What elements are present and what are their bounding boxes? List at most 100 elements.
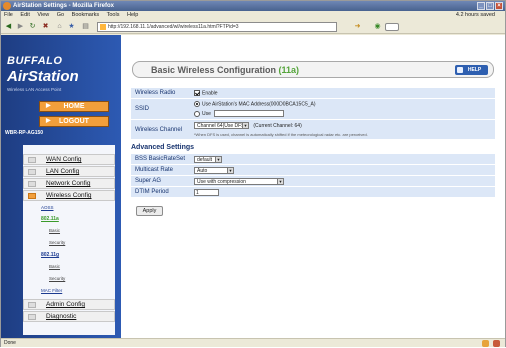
multicast-field: Auto ▼ [194,167,234,174]
menubar-status: 4.2 hours saved [455,12,495,18]
arrow-right-icon: ▶ [46,118,51,124]
menu-tools[interactable]: Tools [107,12,120,18]
ssid-default-label: Use AirStation's MAC Address(000D0BCA15C… [202,101,316,108]
page-viewport: BUFFALO AirStation Wireless LAN Access P… [1,35,505,338]
sidebar: BUFFALO AirStation Wireless LAN Access P… [1,35,121,338]
stop-icon[interactable]: ✖ [41,23,50,31]
chevron-down-icon: ▼ [215,157,221,162]
address-bar[interactable]: http://192.168.11.1/advanced/wl/wireless… [97,22,337,32]
super-ag-select[interactable]: Use with compression ▼ [194,178,284,185]
ssid-input[interactable] [214,110,285,117]
search-input[interactable] [385,23,399,31]
ssid-custom-label: Use [202,110,211,117]
advanced-settings-heading: Advanced Settings [131,144,195,151]
bss-field: default ▼ [194,156,222,163]
window-title: AirStation Settings - Mozilla Firefox [13,3,115,9]
browser-window: AirStation Settings - Mozilla Firefox _ … [0,0,506,347]
sidebar-sub-80211a[interactable]: 802.11a [41,216,59,222]
chevron-down-icon: ▼ [277,179,283,184]
menu-bullet-icon [28,193,36,199]
reload-icon[interactable]: ↻ [28,23,37,31]
help-icon [457,67,463,73]
multicast-label: Multicast Rate [135,167,174,173]
sidebar-sub-mac-filter[interactable]: MAC Filter [41,288,62,293]
ssid-custom-radio[interactable] [194,110,200,117]
arrow-right-icon: ▶ [46,103,51,109]
sidebar-sub-g-security[interactable]: Security [49,276,65,281]
menu-help[interactable]: Help [127,12,138,18]
back-icon[interactable]: ◀ [4,23,13,31]
multicast-select[interactable]: Auto ▼ [194,167,234,174]
product-tagline: Wireless LAN Access Point [7,87,62,92]
apply-button[interactable]: Apply [136,206,163,216]
menu-edit[interactable]: Edit [20,12,29,18]
channel-field: Channel 64(Use DFS) ▼ (Current Channel: 6… [194,122,302,129]
help-button[interactable]: HELP [455,65,488,75]
channel-select[interactable]: Channel 64(Use DFS) ▼ [194,122,249,129]
menu-file[interactable]: File [4,12,13,18]
sidebar-item-lan-config[interactable]: LAN Config [23,166,115,177]
notification-icon[interactable] [493,340,500,347]
maximize-button[interactable]: □ [486,2,494,10]
sidebar-item-admin-config[interactable]: Admin Config [23,299,115,310]
menu-bullet-icon [28,157,36,163]
sidebar-sub-g-basic[interactable]: Basic [49,264,60,269]
menu-go[interactable]: Go [57,12,64,18]
page-title: Basic Wireless Configuration (11a) [151,65,299,75]
sidebar-sub-a-basic[interactable]: Basic [49,228,60,233]
wireless-radio-label: Wireless Radio [135,90,176,96]
super-ag-field: Use with compression ▼ [194,178,284,185]
home-icon[interactable]: ⌂ [55,23,64,31]
navigation-toolbar: ◀ ▶ ↻ ✖ ⌂ ★ ▤ http://192.168.11.1/advanc… [1,20,505,34]
menu-bookmarks[interactable]: Bookmarks [72,12,100,18]
sidebar-sub-a-security[interactable]: Security [49,240,65,245]
chevron-down-icon: ▼ [227,168,233,173]
page-icon: ▤ [82,23,89,30]
ssid-label: SSID [135,106,150,112]
channel-row: Wireless Channel Channel 64(Use DFS) ▼ (C… [131,120,495,140]
page-header: Basic Wireless Configuration (11a) HELP [132,61,494,78]
page-title-band: (11a) [278,65,299,75]
sidebar-item-network-config[interactable]: Network Config [23,178,115,189]
chevron-down-icon: ▼ [242,123,248,128]
channel-label: Wireless Channel [135,127,183,133]
sidebar-item-wan-config[interactable]: WAN Config [23,154,115,165]
enable-checkbox[interactable] [194,90,200,96]
dtim-row: DTIM Period 1 [131,187,495,198]
firefox-icon [3,2,11,10]
close-button[interactable]: × [495,2,503,10]
dtim-input[interactable]: 1 [194,189,219,196]
sidebar-item-wireless-config[interactable]: Wireless Config [23,190,115,201]
sidebar-sub-aoss[interactable]: AOSS [41,205,54,210]
search-engine-icon[interactable]: ◉ [373,23,382,31]
wireless-radio-row: Wireless Radio Enable [131,88,495,99]
super-ag-label: Super AG [135,178,162,184]
security-icon [482,340,489,347]
status-text: Done [4,340,16,346]
sidebar-sub-80211g[interactable]: 802.11g [41,252,59,258]
multicast-row: Multicast Rate Auto ▼ [131,165,495,176]
forward-icon[interactable]: ▶ [16,23,25,31]
brand-logo: BUFFALO [7,55,63,67]
minimize-button[interactable]: _ [477,2,485,10]
ssid-custom-option: Use [194,110,285,117]
go-icon[interactable]: ➜ [353,23,362,31]
dtim-field: 1 [194,189,219,196]
ssid-row: SSID Use AirStation's MAC Address(000D0B… [131,99,495,120]
logout-button[interactable]: ▶ LOGOUT [39,116,109,127]
sidebar-item-diagnostic[interactable]: Diagnostic [23,311,115,322]
ssid-default-radio[interactable] [194,101,200,107]
bss-label: BSS BasicRateSet [135,156,186,162]
menu-bullet-icon [28,302,36,308]
menu-bullet-icon [28,181,36,187]
model-name: WBR-RP-AG150 [5,130,44,136]
channel-note: *When DFS is used, channel is automatica… [194,132,368,137]
menu-bullet-icon [28,169,36,175]
bookmark-icon[interactable]: ★ [67,23,76,31]
home-button[interactable]: ▶ HOME [39,101,109,112]
menu-view[interactable]: View [37,12,49,18]
bss-select[interactable]: default ▼ [194,156,222,163]
dtim-label: DTIM Period [135,189,169,195]
menu-bullet-icon [28,314,36,320]
main-panel: Basic Wireless Configuration (11a) HELP … [121,35,505,338]
